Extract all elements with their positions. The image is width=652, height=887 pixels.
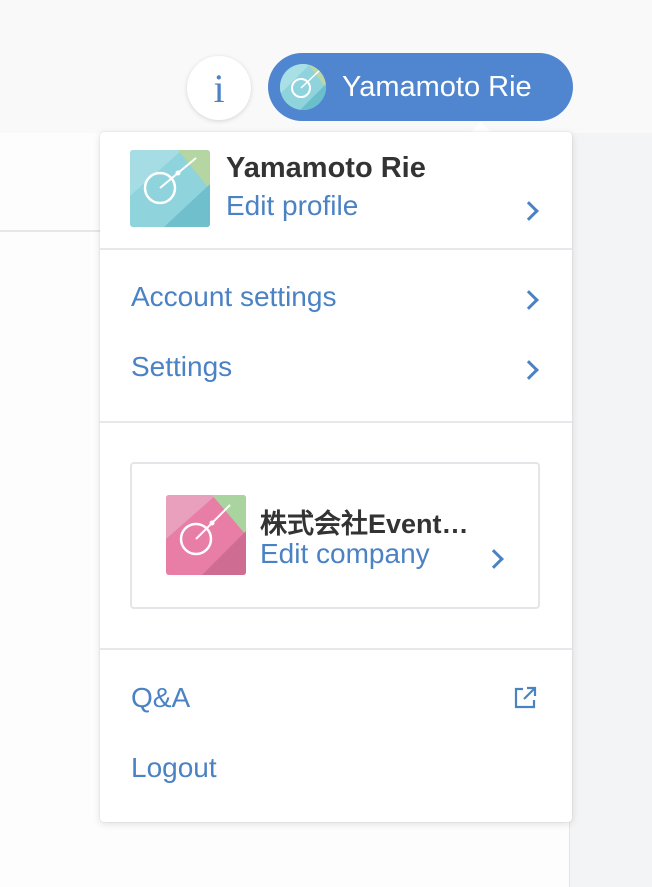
external-link-icon	[514, 686, 537, 709]
menu-divider	[100, 248, 572, 250]
menu-divider	[100, 648, 572, 650]
chevron-right-icon	[519, 290, 539, 310]
company-card[interactable]: 株式会社Event… Edit company	[130, 462, 540, 609]
page: i Yamamoto Rie Yamamoto Rie Edit profile…	[0, 0, 652, 887]
background-divider	[0, 230, 110, 232]
user-name-label: Yamamoto Rie	[342, 70, 532, 103]
edit-profile-link[interactable]: Edit profile	[226, 190, 358, 222]
edit-company-link[interactable]: Edit company	[260, 538, 430, 570]
company-logo-icon	[166, 495, 246, 575]
menu-item-label: Settings	[131, 351, 233, 382]
profile-avatar-icon	[130, 150, 210, 227]
user-menu-button[interactable]: Yamamoto Rie	[268, 53, 573, 121]
info-button[interactable]: i	[187, 56, 251, 120]
menu-item-logout[interactable]: Logout	[100, 740, 572, 800]
company-name: 株式会社Event…	[260, 509, 469, 539]
chevron-right-icon	[519, 201, 539, 221]
menu-item-settings[interactable]: Settings	[100, 339, 572, 399]
user-dropdown-menu: Yamamoto Rie Edit profile Account settin…	[100, 132, 572, 822]
chevron-right-icon	[484, 549, 504, 569]
menu-item-label: Logout	[131, 752, 217, 783]
profile-name: Yamamoto Rie	[226, 152, 426, 184]
menu-divider	[100, 421, 572, 423]
user-avatar-icon	[280, 64, 326, 110]
menu-item-label: Q&A	[131, 682, 191, 713]
menu-item-qa[interactable]: Q&A	[100, 670, 572, 730]
info-icon: i	[213, 65, 225, 111]
menu-item-label: Account settings	[131, 281, 337, 312]
profile-row[interactable]: Yamamoto Rie Edit profile	[100, 132, 572, 250]
menu-item-account-settings[interactable]: Account settings	[100, 269, 572, 329]
chevron-right-icon	[519, 360, 539, 380]
